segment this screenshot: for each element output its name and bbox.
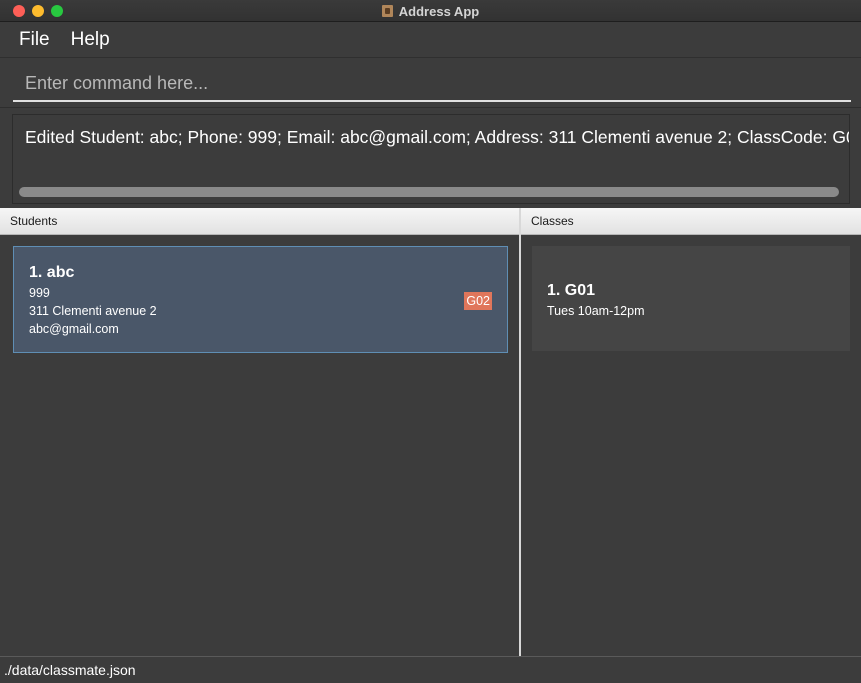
command-input[interactable]	[13, 66, 851, 102]
window-title-group: Address App	[0, 0, 861, 22]
class-code-tag: G02	[464, 292, 492, 310]
students-header: Students	[0, 208, 519, 235]
classes-header: Classes	[521, 208, 861, 235]
result-message: Edited Student: abc; Phone: 999; Email: …	[25, 127, 850, 147]
student-phone: 999	[29, 286, 50, 300]
student-email: abc@gmail.com	[29, 322, 119, 336]
title-bar: Address App	[0, 0, 861, 22]
status-bar: ./data/classmate.json	[0, 656, 861, 683]
horizontal-scrollbar[interactable]	[19, 187, 839, 197]
class-card[interactable]: 1. G01 Tues 10am-12pm	[532, 246, 850, 351]
menu-file[interactable]: File	[19, 29, 50, 51]
students-list: 1. abc 999 311 Clementi avenue 2 abc@gma…	[0, 235, 519, 656]
student-name: 1. abc	[29, 264, 75, 281]
class-code: 1. G01	[547, 282, 596, 299]
menu-bar: File Help	[0, 22, 861, 58]
data-file-path: ./data/classmate.json	[4, 662, 136, 678]
student-card[interactable]: 1. abc 999 311 Clementi avenue 2 abc@gma…	[13, 246, 508, 353]
result-display: Edited Student: abc; Phone: 999; Email: …	[12, 114, 850, 204]
window-title: Address App	[398, 3, 480, 19]
command-box	[0, 58, 861, 108]
result-display-area: Edited Student: abc; Phone: 999; Email: …	[0, 108, 861, 208]
class-schedule: Tues 10am-12pm	[547, 304, 645, 318]
address-book-icon	[381, 5, 393, 17]
classes-list: 1. G01 Tues 10am-12pm	[521, 235, 861, 656]
menu-help[interactable]: Help	[71, 29, 110, 51]
student-address: 311 Clementi avenue 2	[29, 304, 157, 318]
